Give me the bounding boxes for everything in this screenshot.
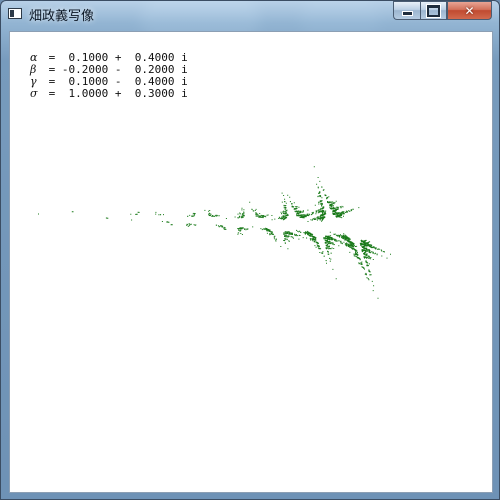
maximize-button[interactable] [420, 1, 447, 20]
minimize-button[interactable] [393, 1, 420, 20]
title-bar[interactable]: 畑政義写像 ✕ [1, 1, 499, 29]
maximize-icon [427, 4, 440, 17]
minimize-icon [401, 11, 413, 16]
caption-buttons: ✕ [393, 1, 492, 21]
close-button[interactable]: ✕ [447, 1, 492, 20]
application-window: 畑政義写像 ✕ α = 0.1000 + 0.4000 i β = -0.200… [0, 0, 500, 500]
fractal-plot [38, 166, 391, 299]
window-title: 畑政義写像 [29, 9, 95, 24]
drawing-canvas[interactable]: α = 0.1000 + 0.4000 i β = -0.2000 - 0.20… [9, 31, 493, 493]
app-window-icon[interactable] [8, 8, 22, 19]
close-icon: ✕ [464, 3, 475, 18]
fractal-points [38, 166, 391, 299]
fractal-path [38, 166, 391, 299]
